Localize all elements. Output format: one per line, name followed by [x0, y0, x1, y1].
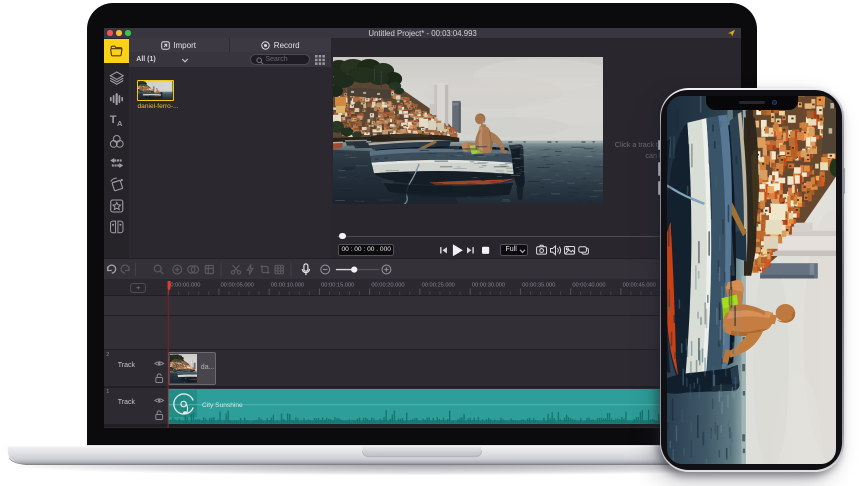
svg-text:00:00:30.000: 00:00:30.000: [472, 283, 505, 289]
svg-text:00:00:15.000: 00:00:15.000: [321, 283, 354, 289]
svg-text:00:00:35.000: 00:00:35.000: [522, 283, 555, 289]
svg-text:00:00:10.000: 00:00:10.000: [271, 283, 304, 289]
svg-text:00:00:05.000: 00:00:05.000: [220, 283, 253, 289]
svg-text:00:00:25.000: 00:00:25.000: [421, 283, 454, 289]
svg-text:00:00:20.000: 00:00:20.000: [371, 283, 404, 289]
svg-text:00:00:45.000: 00:00:45.000: [622, 283, 655, 289]
svg-text:00:00:40.000: 00:00:40.000: [572, 283, 605, 289]
